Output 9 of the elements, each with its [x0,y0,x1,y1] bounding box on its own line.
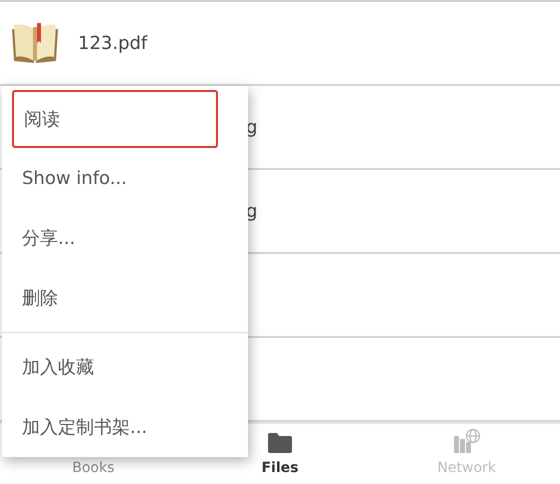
menu-item[interactable]: 加入收藏 [2,337,248,397]
menu-item[interactable]: 删除 [2,268,248,328]
folder-icon [266,432,293,454]
menu-item[interactable]: 阅读 [12,90,218,148]
menu-item[interactable]: 分享... [2,208,248,268]
file-name: 123.pdf [78,32,148,54]
menu-item[interactable]: Show info... [2,148,248,208]
book-icon [10,21,60,65]
books-globe-icon [452,428,481,454]
